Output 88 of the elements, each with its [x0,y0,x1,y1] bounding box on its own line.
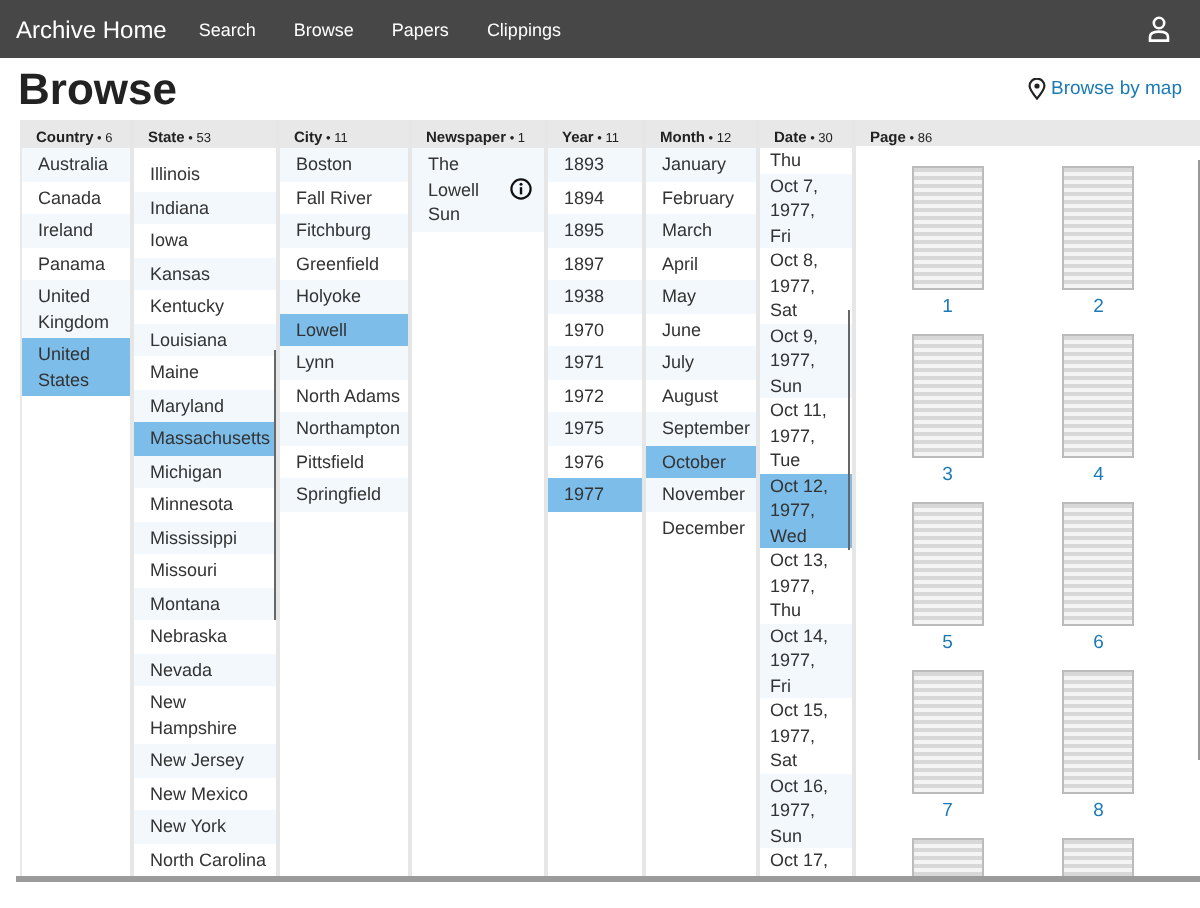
list-item[interactable]: Massachusetts [134,422,276,455]
list-item[interactable]: Lowell [280,313,408,346]
list-item[interactable]: Fitchburg [280,214,408,247]
page-thumbnail[interactable] [911,670,984,794]
scrollbar[interactable] [16,876,1200,882]
list-item[interactable]: 1897 [548,247,642,280]
list-item[interactable]: December [646,511,756,544]
list-item[interactable]: United Kingdom [22,280,130,338]
list-item[interactable]: New Jersey [134,744,276,777]
page-title: Browse [18,63,177,115]
nav-link[interactable]: Clippings [486,19,561,39]
list-item[interactable]: Nevada [134,653,276,686]
list-item[interactable]: April [646,247,756,280]
list-item[interactable]: 1976 [548,445,642,478]
list-item[interactable]: 1975 [548,412,642,445]
list-item[interactable]: Lynn [280,346,408,379]
list-item[interactable]: February [646,181,756,214]
list-item[interactable]: May [646,280,756,313]
page-number-link[interactable]: 6 [1093,634,1104,654]
list-item[interactable]: New York [134,810,276,843]
list-item[interactable]: Boston [280,148,408,181]
scrollbar[interactable] [1198,160,1200,760]
list-item[interactable]: 1972 [548,379,642,412]
nav-link[interactable]: Browse [293,19,354,39]
list-item[interactable]: 1970 [548,313,642,346]
page-thumbnail[interactable] [911,166,984,290]
page-thumbnail[interactable] [1062,334,1135,458]
list-item[interactable]: United States [22,338,130,396]
home-link[interactable]: Archive Home [16,15,167,43]
page-thumbnail[interactable] [1062,166,1135,290]
page-number-link[interactable]: 2 [1093,298,1104,318]
page-number-link[interactable]: 7 [942,802,953,822]
nav-link[interactable]: Papers [391,19,449,39]
list-item[interactable]: Oct 16, 1977, Sun [760,773,852,848]
list-item[interactable]: Oct 14, 1977, Fri [760,623,852,698]
user-icon[interactable] [1148,16,1170,42]
list-item[interactable]: November [646,478,756,511]
list-item[interactable]: Oct 7, 1977, Fri [760,173,852,248]
page-number-link[interactable]: 3 [942,466,953,486]
page-number-link[interactable]: 1 [942,298,953,318]
list-item[interactable]: March [646,214,756,247]
scrollbar[interactable] [848,310,850,550]
scrollbar[interactable] [274,350,276,620]
list-item[interactable]: 1938 [548,280,642,313]
page-number-link[interactable]: 4 [1093,466,1104,486]
list-item[interactable]: 1895 [548,214,642,247]
map-pin-icon [1027,78,1046,100]
list-item[interactable]: Holyoke [280,280,408,313]
info-icon[interactable] [510,178,532,201]
page-thumbnail[interactable] [911,502,984,626]
page-thumbnail[interactable] [1062,502,1135,626]
list-item[interactable]: 1977 [548,478,642,511]
list-item[interactable]: Pittsfield [280,445,408,478]
list-item[interactable]: October [646,445,756,478]
list-item[interactable]: Montana [134,587,276,620]
list-item[interactable]: Maryland [134,389,276,422]
page-thumbnail[interactable] [1062,670,1135,794]
list-item[interactable]: Oct 9, 1977, Sun [760,323,852,398]
list-item[interactable]: Springfield [280,478,408,511]
list-item[interactable]: January [646,148,756,181]
list-item[interactable]: Ireland [22,214,130,247]
list-item[interactable]: Australia [22,148,130,181]
list-item[interactable]: Louisiana [134,323,276,356]
list-item[interactable]: Michigan [134,455,276,488]
list-item[interactable]: July [646,346,756,379]
list-item[interactable]: Oct 12, 1977, Wed [760,473,852,548]
list-item[interactable]: September [646,412,756,445]
nav-link[interactable]: Search [198,19,256,39]
page-number-link[interactable]: 8 [1093,802,1104,822]
list-item[interactable]: Canada [22,181,130,214]
list-item[interactable]: Indiana [134,191,276,224]
page-thumbnail[interactable] [911,334,984,458]
list-item[interactable]: 1971 [548,346,642,379]
browse-by-map-link[interactable]: Browse by map [1051,78,1182,100]
list-item[interactable]: Mississippi [134,521,276,554]
list-item[interactable]: 1894 [548,181,642,214]
list-item[interactable]: August [646,379,756,412]
list-item[interactable]: Panama [22,247,130,280]
list-item[interactable]: 1893 [548,148,642,181]
item-label: The Lowell Sun [428,152,482,227]
list-item[interactable]: Greenfield [280,247,408,280]
list-item[interactable]: Northampton [280,412,408,445]
page-number-link[interactable]: 5 [942,634,953,654]
list-item[interactable]: North Adams [280,379,408,412]
list-item[interactable]: Kansas [134,257,276,290]
list-item[interactable]: The Lowell Sun [412,148,544,231]
list-item[interactable]: June [646,313,756,346]
list-item[interactable]: Fall River [280,181,408,214]
